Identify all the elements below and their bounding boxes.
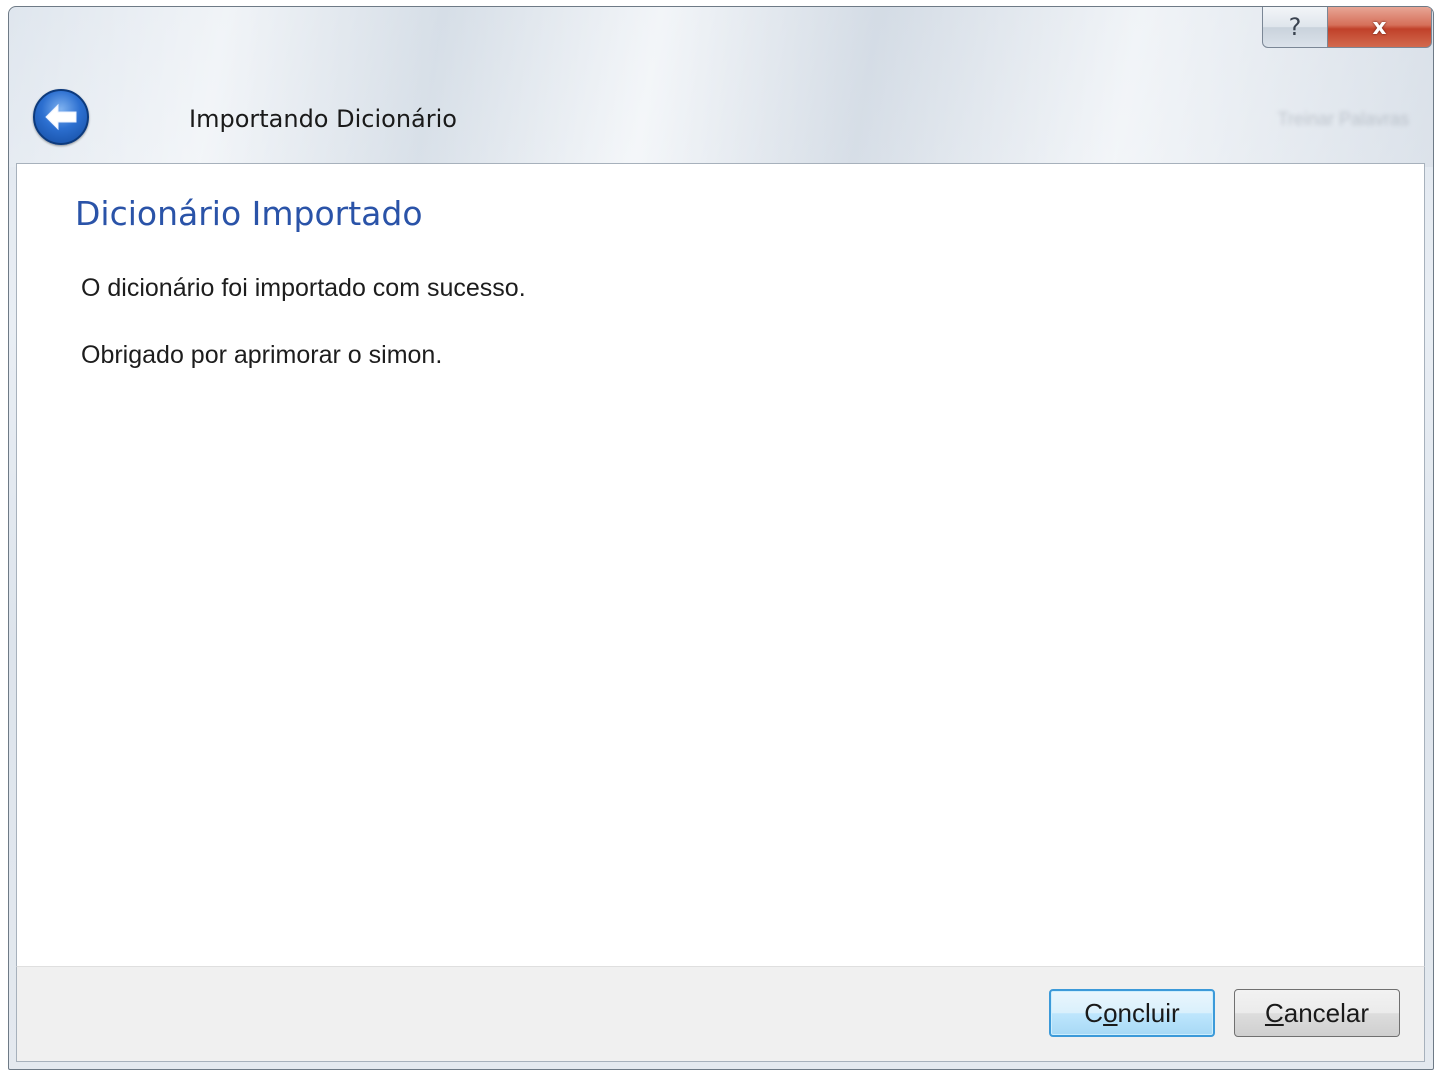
page-title: Dicionário Importado xyxy=(75,194,423,233)
background-window-label: Treinar Palavras xyxy=(1277,109,1409,129)
close-button[interactable]: x xyxy=(1328,7,1432,48)
help-button[interactable]: ? xyxy=(1262,7,1328,48)
wizard-header: Importando Dicionário Treinar Palavras xyxy=(9,79,1433,161)
success-message: O dicionário foi importado com sucesso. xyxy=(81,274,526,302)
back-button[interactable] xyxy=(33,89,89,145)
finish-button[interactable]: Concluir xyxy=(1049,989,1215,1037)
cancel-button-label: Cancelar xyxy=(1264,997,1370,1028)
button-bar: Concluir Cancelar xyxy=(16,966,1425,1062)
cancel-button[interactable]: Cancelar xyxy=(1234,989,1400,1037)
close-icon: x xyxy=(1372,14,1387,40)
wizard-title: Importando Dicionário xyxy=(189,105,457,133)
caption-buttons: ? x xyxy=(1262,7,1432,50)
back-arrow-icon xyxy=(45,103,77,131)
thanks-message: Obrigado por aprimorar o simon. xyxy=(81,341,443,369)
help-icon: ? xyxy=(1288,13,1302,41)
wizard-page: Dicionário Importado O dicionário foi im… xyxy=(16,163,1425,966)
finish-button-label: Concluir xyxy=(1084,997,1180,1028)
